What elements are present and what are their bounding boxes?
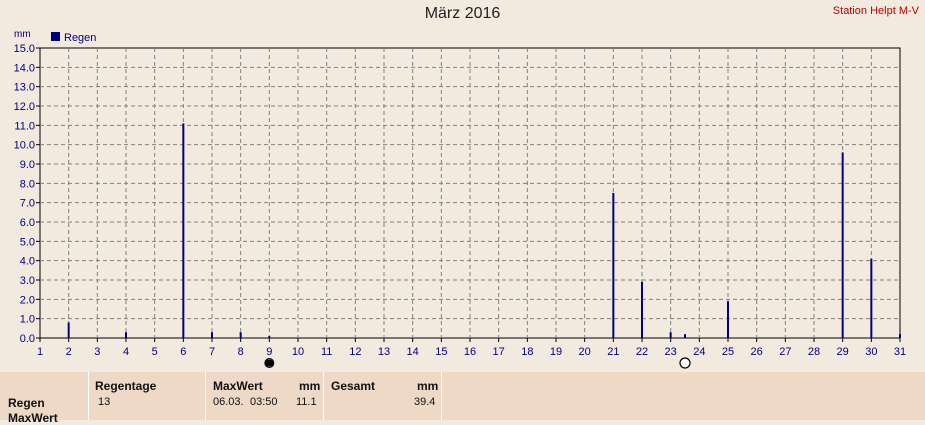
y-tick-label: 4.0: [20, 256, 35, 268]
bar: [641, 281, 643, 338]
x-tick-label: 11: [321, 346, 332, 358]
y-tick-label: 1.0: [20, 314, 35, 326]
regentage-cell: Regentage 13: [88, 372, 205, 420]
bar: [182, 123, 185, 339]
x-tick-label: 24: [693, 346, 705, 358]
y-tick-label: 10.0: [14, 140, 35, 152]
gesamt-value: 39.4: [414, 396, 436, 408]
x-tick-label: 18: [521, 346, 533, 358]
y-tick-label: 8.0: [20, 178, 35, 190]
x-tick-label: 15: [435, 346, 447, 358]
x-tick-label: 21: [607, 346, 619, 358]
empty-cell: [441, 372, 925, 420]
y-tick-label: 13.0: [14, 82, 35, 94]
full-moon-icon: [679, 357, 691, 369]
x-tick-label: 7: [209, 346, 215, 358]
y-tick-label: 3.0: [20, 275, 35, 287]
bar: [125, 332, 127, 338]
x-tick-label: 14: [407, 346, 419, 358]
x-tick-label: 1: [37, 346, 43, 358]
new-moon-fill: [266, 359, 274, 367]
maxwert-label: MaxWert: [213, 379, 263, 393]
x-tick-label: 17: [493, 346, 505, 358]
x-tick-label: 3: [94, 346, 100, 358]
y-axis-unit: mm: [14, 29, 31, 40]
regentage-label: Regentage: [95, 379, 157, 393]
y-tick-label: 9.0: [20, 159, 35, 171]
rain-chart: 0.01.02.03.04.05.06.07.08.09.010.011.012…: [14, 29, 906, 369]
bar: [612, 193, 615, 338]
maxwert-unit: mm: [299, 379, 321, 393]
x-tick-label: 19: [550, 346, 562, 358]
y-tick-label: 12.0: [14, 101, 35, 113]
regentage-value: 13: [98, 396, 111, 408]
gesamt-cell: Gesamt mm 39.4: [323, 372, 441, 420]
bar: [899, 334, 901, 338]
x-tick-label: 4: [123, 346, 129, 358]
x-tick-label: 23: [665, 346, 677, 358]
y-tick-label: 0.0: [20, 333, 35, 345]
y-tick-label: 14.0: [14, 62, 35, 74]
bar: [684, 334, 686, 338]
moon-phase-markers: [264, 357, 691, 369]
maxwert-date: 06.03.: [213, 396, 244, 408]
legend: Regen: [51, 32, 96, 44]
legend-label: Regen: [64, 32, 96, 44]
y-tick-label: 15.0: [14, 43, 35, 55]
x-tick-label: 6: [180, 346, 186, 358]
bar: [669, 332, 672, 338]
bar: [870, 258, 873, 338]
bar: [239, 332, 242, 338]
y-axis: 0.0 1.0 2.0 3.0 4.0 5.0 6.0 7.0 8.0 9.0 10.0 11.0 12…: [14, 43, 40, 345]
gesamt-label: Gesamt: [331, 379, 376, 393]
summary-row-label: Regen: [8, 396, 45, 410]
x-tick-label: 29: [837, 346, 849, 358]
x-tick-label: 30: [865, 346, 877, 358]
x-tick-label: 28: [808, 346, 820, 358]
x-tick-label: 20: [579, 346, 591, 358]
bar: [727, 301, 729, 338]
x-tick-label: 22: [636, 346, 648, 358]
x-tick-label: 31: [894, 346, 906, 358]
bar: [841, 152, 844, 338]
x-tick-label: 26: [751, 346, 763, 358]
bar: [67, 322, 70, 338]
summary-row-label-maxwert: MaxWert: [8, 411, 58, 425]
y-tick-label: 11.0: [14, 120, 35, 132]
x-tick-label: 5: [152, 346, 158, 358]
y-tick-label: 2.0: [20, 294, 35, 306]
x-axis: 1 2 3 4 5 6 7 8 9 10 11 12 13 14 15 16 17 18 19 20 21 22 23 24 2…: [37, 338, 906, 358]
x-tick-label: 13: [378, 346, 390, 358]
maxwert-value: 11.1: [296, 396, 317, 408]
gesamt-unit: mm: [417, 379, 439, 393]
summary-panel: Regen MaxWert Regentage 13 MaxWert mm 06…: [0, 372, 925, 425]
legend-swatch: [51, 32, 60, 41]
x-tick-label: 16: [464, 346, 476, 358]
bar: [211, 332, 213, 338]
x-tick-label: 25: [722, 346, 734, 358]
x-tick-label: 12: [349, 346, 361, 358]
x-tick-label: 10: [292, 346, 304, 358]
x-tick-label: 2: [66, 346, 72, 358]
y-tick-label: 7.0: [20, 198, 35, 210]
y-tick-label: 6.0: [20, 217, 35, 229]
maxwert-cell: MaxWert mm 06.03. 03:50 11.1: [205, 372, 323, 420]
x-tick-label: 9: [266, 346, 272, 358]
y-tick-label: 5.0: [20, 236, 35, 248]
bar: [268, 336, 271, 338]
x-tick-label: 8: [238, 346, 244, 358]
x-tick-label: 27: [779, 346, 791, 358]
maxwert-time: 03:50: [250, 396, 278, 408]
